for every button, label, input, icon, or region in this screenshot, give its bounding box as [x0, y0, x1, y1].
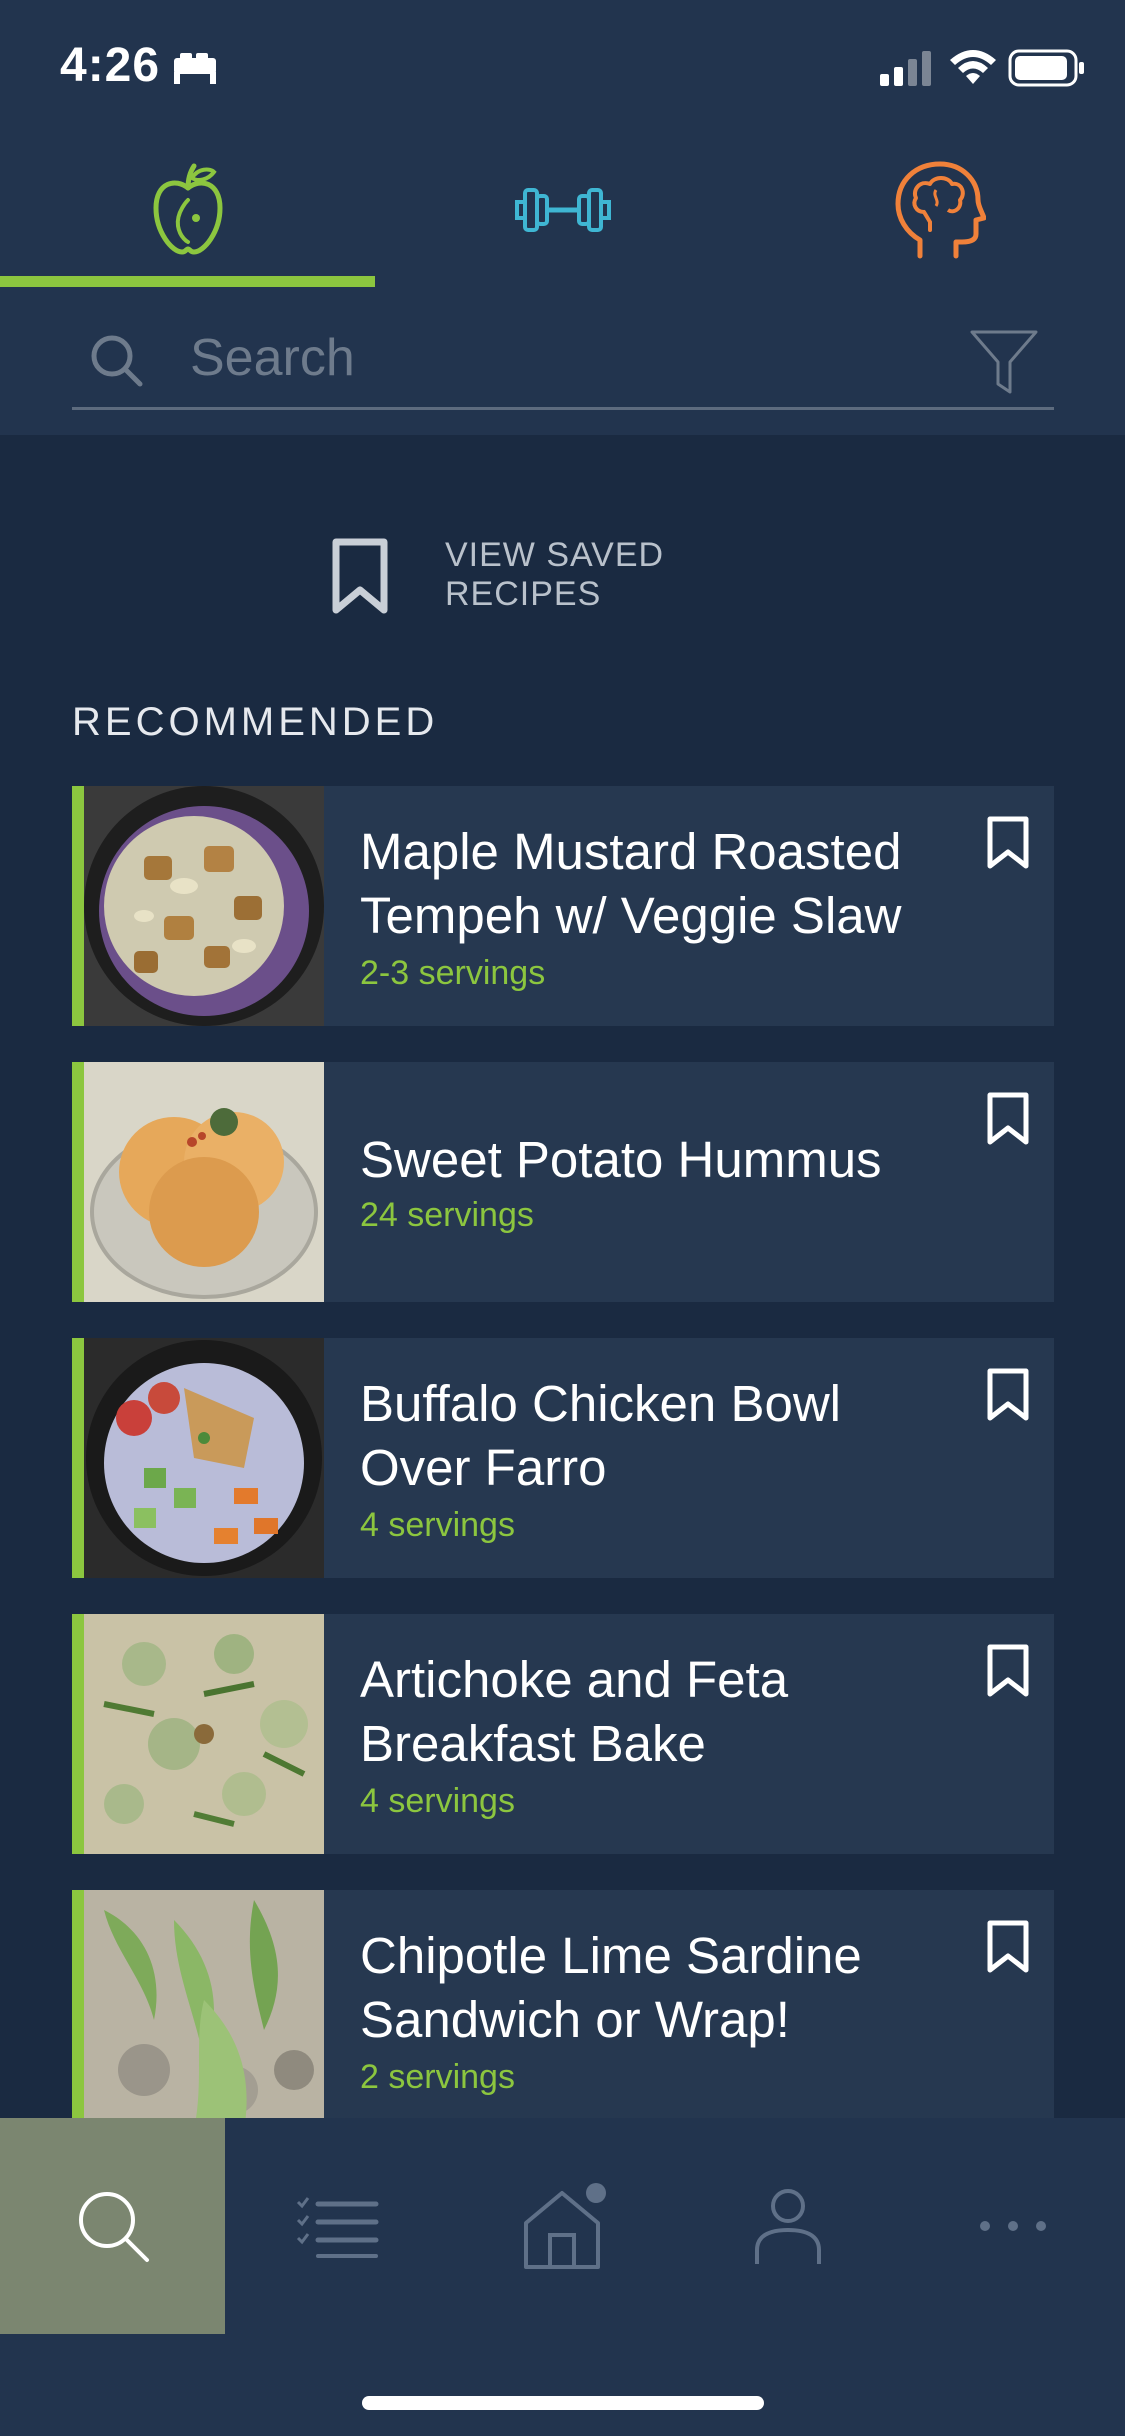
recipe-card[interactable]: Sweet Potato Hummus 24 servings — [72, 1062, 1054, 1302]
tab-fitness[interactable] — [375, 150, 750, 290]
battery-icon — [1008, 49, 1084, 87]
person-icon — [754, 2189, 821, 2264]
bookmark-icon[interactable] — [986, 1644, 1030, 1698]
home-icon — [523, 2183, 606, 2269]
recipe-servings: 2 servings — [360, 2058, 515, 2096]
recipe-title: Maple Mustard Roasted Tempeh w/ Veggie S… — [360, 823, 902, 944]
nav-list[interactable] — [225, 2118, 450, 2334]
search-bar — [72, 310, 1054, 410]
recipe-card[interactable]: Artichoke and Feta Breakfast Bake 4 serv… — [72, 1614, 1054, 1854]
bookmark-icon[interactable] — [986, 1920, 1030, 1974]
recipe-servings: 2-3 servings — [360, 954, 546, 992]
recipe-title: Artichoke and Feta Breakfast Bake — [360, 1651, 789, 1772]
bookmark-icon[interactable] — [986, 816, 1030, 870]
bookmark-icon[interactable] — [986, 1368, 1030, 1422]
saved-recipes-label: VIEW SAVED RECIPES — [445, 536, 665, 613]
recipe-title: Buffalo Chicken Bowl Over Farro — [360, 1375, 841, 1496]
recipe-card[interactable]: Buffalo Chicken Bowl Over Farro 4 servin… — [72, 1338, 1054, 1578]
recipe-servings: 4 servings — [360, 1782, 515, 1820]
nav-search[interactable] — [0, 2118, 225, 2334]
notification-badge — [585, 2183, 606, 2203]
status-bar: 4:26 — [0, 0, 1125, 140]
bookmark-icon — [332, 538, 388, 614]
view-saved-recipes-button[interactable]: VIEW SAVED RECIPES — [330, 528, 830, 618]
tab-nutrition[interactable] — [0, 150, 375, 290]
bottom-nav — [0, 2118, 1125, 2436]
head-brain-icon — [895, 161, 986, 259]
recipe-card[interactable]: Maple Mustard Roasted Tempeh w/ Veggie S… — [72, 786, 1054, 1026]
signal-icon — [880, 51, 931, 86]
wifi-icon — [950, 50, 996, 84]
active-tab-indicator — [0, 276, 375, 287]
bed-icon — [174, 53, 216, 84]
search-input[interactable] — [190, 326, 890, 390]
more-icon — [979, 2221, 1046, 2231]
home-indicator[interactable] — [362, 2396, 764, 2410]
recipe-image — [84, 1062, 324, 1302]
search-icon[interactable] — [88, 332, 144, 388]
recipe-title: Chipotle Lime Sardine Sandwich or Wrap! — [360, 1927, 862, 2048]
recipe-image — [84, 1338, 324, 1578]
bookmark-icon[interactable] — [986, 1092, 1030, 1146]
status-time: 4:26 — [60, 39, 161, 92]
checklist-icon — [296, 2197, 378, 2258]
recipe-image — [84, 1614, 324, 1854]
dumbbell-icon — [514, 188, 611, 232]
nav-more[interactable] — [900, 2118, 1125, 2334]
tab-mind[interactable] — [750, 150, 1125, 290]
filter-icon[interactable] — [968, 326, 1040, 396]
recipe-card[interactable]: Chipotle Lime Sardine Sandwich or Wrap! … — [72, 1890, 1054, 2118]
nav-profile[interactable] — [675, 2118, 900, 2334]
apple-icon — [153, 163, 222, 255]
category-tabs — [0, 150, 1125, 290]
recipe-list: Maple Mustard Roasted Tempeh w/ Veggie S… — [72, 786, 1054, 2118]
recipe-servings: 24 servings — [360, 1196, 534, 1234]
search-icon — [78, 2192, 149, 2262]
nav-home[interactable] — [450, 2118, 675, 2334]
recipe-image — [84, 1890, 324, 2118]
section-heading: RECOMMENDED — [72, 700, 439, 744]
recipe-title: Sweet Potato Hummus — [360, 1131, 882, 1188]
recipe-servings: 4 servings — [360, 1506, 515, 1544]
recipe-image — [84, 786, 324, 1026]
